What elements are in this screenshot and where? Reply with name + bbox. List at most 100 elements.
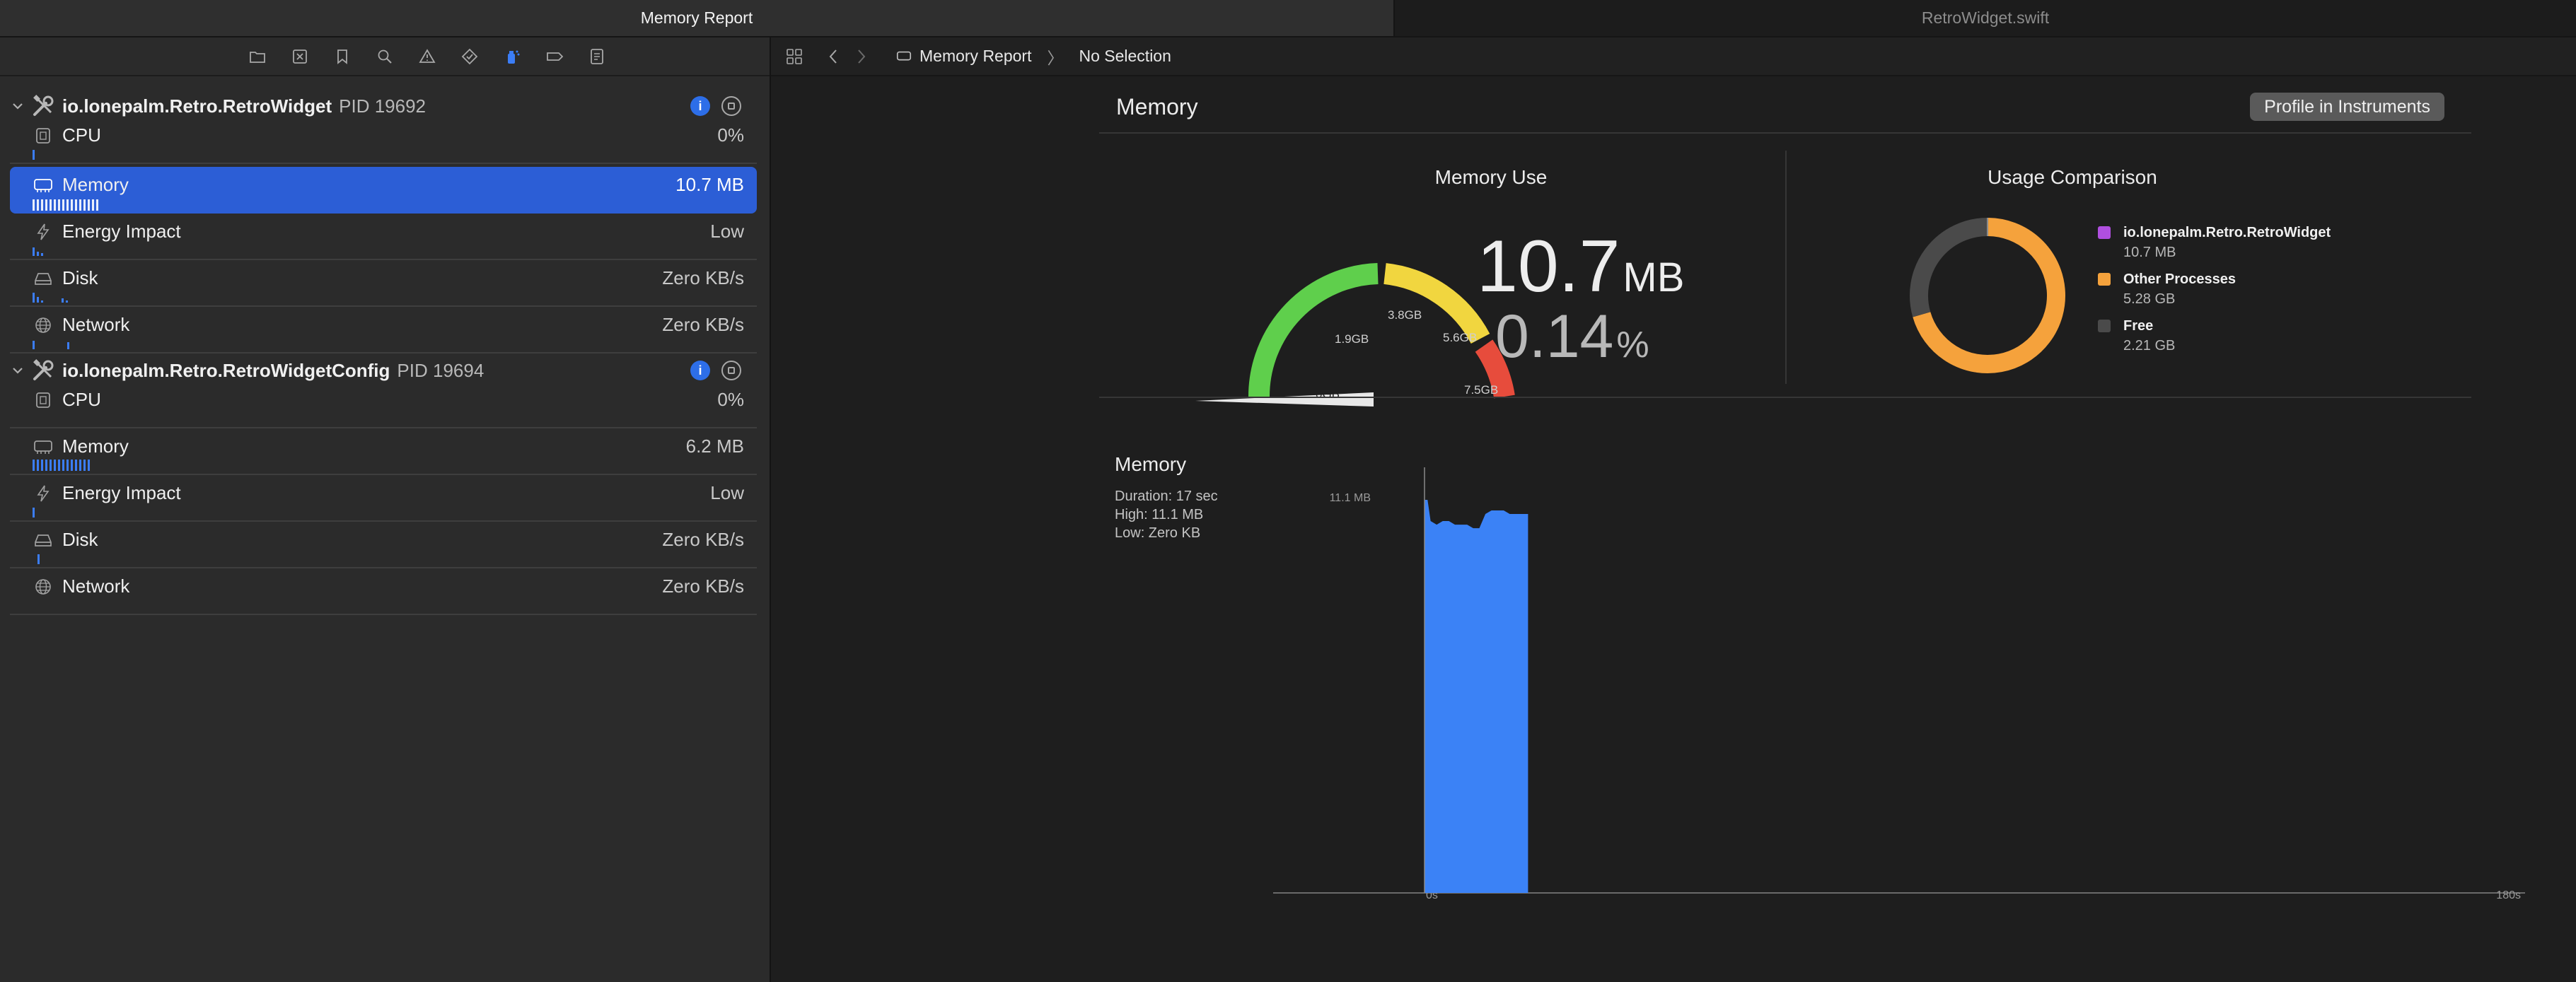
gauge-value: Low	[710, 482, 744, 503]
gauge-label: Energy Impact	[62, 221, 181, 242]
tools-icon	[33, 359, 54, 380]
gauge-value: Zero KB/s	[662, 529, 744, 550]
energy-sparkline	[33, 242, 43, 256]
gauge-label: Network	[62, 575, 130, 597]
gauge-value: Low	[710, 221, 744, 242]
gauge-row-network[interactable]: Network Zero KB/s	[10, 568, 757, 615]
gauge-row-disk[interactable]: Disk Zero KB/s	[10, 260, 757, 307]
breadcrumb-item[interactable]: No Selection	[1079, 47, 1171, 66]
report-title: Memory	[1116, 94, 1198, 119]
gauge-row-memory[interactable]: Memory 10.7 MB	[10, 167, 757, 214]
profile-in-instruments-button[interactable]: Profile in Instruments	[2250, 93, 2444, 121]
graph-high: High: 11.1 MB	[1115, 507, 1204, 522]
debug-navigator: io.lonepalm.Retro.RetroWidget PID 19692 i…	[0, 37, 771, 982]
breakpoint-icon[interactable]	[544, 46, 565, 67]
memory-sparkline	[33, 457, 90, 471]
gauge-label: CPU	[62, 389, 101, 410]
stop-icon[interactable]	[721, 96, 741, 116]
diamond-icon[interactable]	[459, 46, 480, 67]
gauge-label: Memory	[62, 436, 129, 457]
legend-swatch	[2098, 273, 2111, 286]
gauge-label-1: 1.9GB	[1335, 332, 1369, 346]
memory-use-title: Memory Use	[1434, 166, 1548, 188]
gauge-label: Network	[62, 314, 130, 335]
gauge-label: Energy Impact	[62, 482, 181, 503]
gauge-value: 0%	[717, 124, 744, 146]
warning-icon[interactable]	[417, 46, 438, 67]
memory-icon	[896, 51, 912, 60]
legend-name: Other Processes	[2123, 271, 2236, 287]
tab-retrowidget-swift[interactable]: RetroWidget.swift	[1395, 0, 2576, 36]
chevron-down-icon[interactable]	[11, 364, 24, 377]
cpu-icon	[36, 392, 50, 408]
gauge-yellow-arc	[1383, 263, 1490, 344]
gauge-row-cpu[interactable]: CPU 0%	[10, 382, 757, 428]
info-icon[interactable]: i	[690, 361, 710, 380]
memory-value: 10.7MB	[1477, 226, 1685, 308]
section-divider	[1099, 397, 2471, 398]
breadcrumb: Memory Report 〉 No Selection	[895, 45, 1171, 69]
graph-title: Memory	[1115, 453, 1187, 475]
gauge-row-memory[interactable]: Memory 6.2 MB	[10, 428, 757, 475]
chevron-down-icon[interactable]	[11, 100, 24, 112]
process-name: io.lonepalm.Retro.RetroWidget PID 19692	[62, 95, 426, 117]
gauge-row-cpu[interactable]: CPU 0%	[10, 117, 757, 164]
gauge-label: Disk	[62, 267, 98, 288]
energy-sparkline	[33, 503, 35, 518]
gauge-value: Zero KB/s	[662, 575, 744, 597]
gauge-row-energy[interactable]: Energy Impact Low	[10, 475, 757, 522]
info-icon[interactable]: i	[690, 96, 710, 116]
memory-sparkline	[33, 197, 98, 211]
memory-icon	[34, 179, 52, 192]
gauge-label: Disk	[62, 529, 98, 550]
process-name: io.lonepalm.Retro.RetroWidgetConfig PID 1…	[62, 359, 485, 381]
memory-area-series	[1425, 500, 1528, 893]
report-icon[interactable]	[586, 46, 608, 67]
bookmark-icon[interactable]	[332, 46, 353, 67]
memory-icon	[34, 440, 52, 454]
report-header: Memory Profile in Instruments	[1099, 91, 2471, 134]
gauge-label-3: 5.6GB	[1443, 331, 1477, 344]
gauge-row-disk[interactable]: Disk Zero KB/s	[10, 522, 757, 568]
gauge-value: Zero KB/s	[662, 267, 744, 288]
back-chevron-icon[interactable]	[823, 46, 845, 67]
tab-bar: Memory Report RetroWidget.swift	[0, 0, 2576, 37]
gauge-label: CPU	[62, 124, 101, 146]
x-square-icon[interactable]	[289, 46, 311, 67]
forward-chevron-icon[interactable]	[850, 46, 871, 67]
graph-duration: Duration: 17 sec	[1115, 489, 1218, 504]
legend-swatch	[2098, 320, 2111, 332]
disk-sparkline	[33, 288, 68, 303]
disk-sparkline	[33, 550, 40, 564]
gauge-label: Memory	[62, 174, 129, 195]
gauge-needle	[1195, 392, 1374, 407]
percent-unit: %	[1616, 325, 1649, 366]
graph-y-label: 11.1 MB	[1330, 492, 1371, 504]
gauge-value: 0%	[717, 389, 744, 410]
globe-icon	[35, 317, 51, 333]
tab-memory-report[interactable]: Memory Report	[0, 0, 1395, 36]
cpu-icon	[36, 128, 50, 144]
magnifier-icon[interactable]	[374, 46, 395, 67]
legend-value: 10.7 MB	[2123, 245, 2176, 260]
legend-name: Free	[2123, 318, 2154, 334]
gauge-label-0: 0GB	[1316, 387, 1340, 401]
gauge-row-energy[interactable]: Energy Impact Low	[10, 214, 757, 260]
gauge-value: 10.7 MB	[675, 174, 744, 195]
process-pid: PID 19692	[339, 95, 426, 117]
stop-icon[interactable]	[721, 361, 741, 380]
donut-slice-free	[1910, 218, 1988, 317]
grid-icon[interactable]	[784, 46, 805, 67]
panel-divider	[1785, 151, 1787, 384]
navigator-toolbar	[0, 37, 770, 76]
debug-spray-icon[interactable]	[501, 46, 523, 67]
graph-x-end: 180s	[2496, 889, 2521, 901]
usage-comparison-title: Usage Comparison	[1988, 166, 2157, 188]
gauge-value: 6.2 MB	[685, 436, 744, 457]
memory-graph: 11.1 MB 0s 180s	[1273, 467, 2525, 901]
bolt-icon	[37, 223, 50, 240]
folder-icon[interactable]	[247, 46, 268, 67]
breadcrumb-item[interactable]: Memory Report	[919, 47, 1031, 66]
cpu-sparkline	[33, 146, 35, 160]
gauge-row-network[interactable]: Network Zero KB/s	[10, 307, 757, 353]
